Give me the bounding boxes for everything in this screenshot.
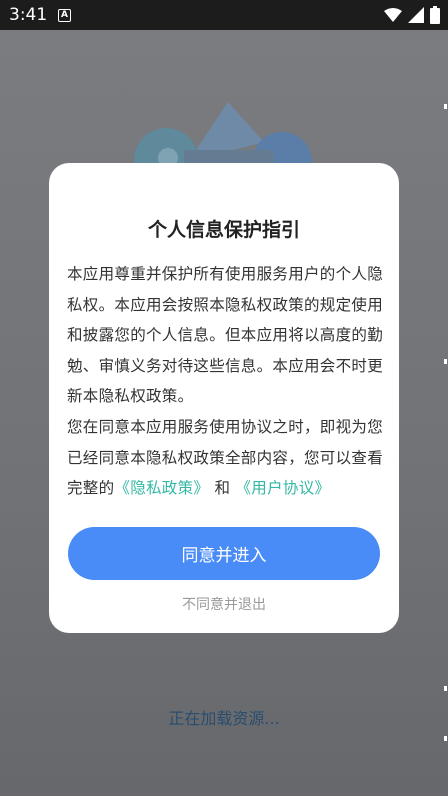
battery-icon [430, 6, 440, 24]
dialog-title: 个人信息保护指引 [147, 219, 300, 241]
loading-text: 正在加载资源... [168, 709, 280, 728]
edge-mark [444, 686, 447, 691]
signal-icon [408, 7, 424, 23]
status-bar: 3:41 A [0, 0, 448, 30]
decline-button[interactable]: 不同意并退出 [49, 594, 399, 614]
wifi-icon [384, 7, 402, 22]
dialog-content[interactable]: 本应用尊重并保护所有使用服务用户的个人隐私权。本应用会按照本隐私权政策的规定使用… [67, 259, 383, 501]
user-agreement-link[interactable]: 《用户协议》 [236, 479, 331, 497]
status-time: 3:41 [9, 5, 48, 25]
notification-badge-icon: A [58, 9, 71, 22]
policy-paragraph-1: 本应用尊重并保护所有使用服务用户的个人隐私权。本应用会按照本隐私权政策的规定使用… [67, 265, 383, 406]
edge-mark [444, 104, 447, 109]
agree-button[interactable]: 同意并进入 [68, 527, 380, 580]
connector-text: 和 [214, 479, 231, 498]
edge-mark [444, 359, 447, 364]
privacy-dialog: 个人信息保护指引 本应用尊重并保护所有使用服务用户的个人隐私权。本应用会按照本隐… [49, 163, 399, 633]
edge-mark [444, 736, 447, 741]
privacy-policy-link[interactable]: 《隐私政策》 [114, 479, 209, 497]
